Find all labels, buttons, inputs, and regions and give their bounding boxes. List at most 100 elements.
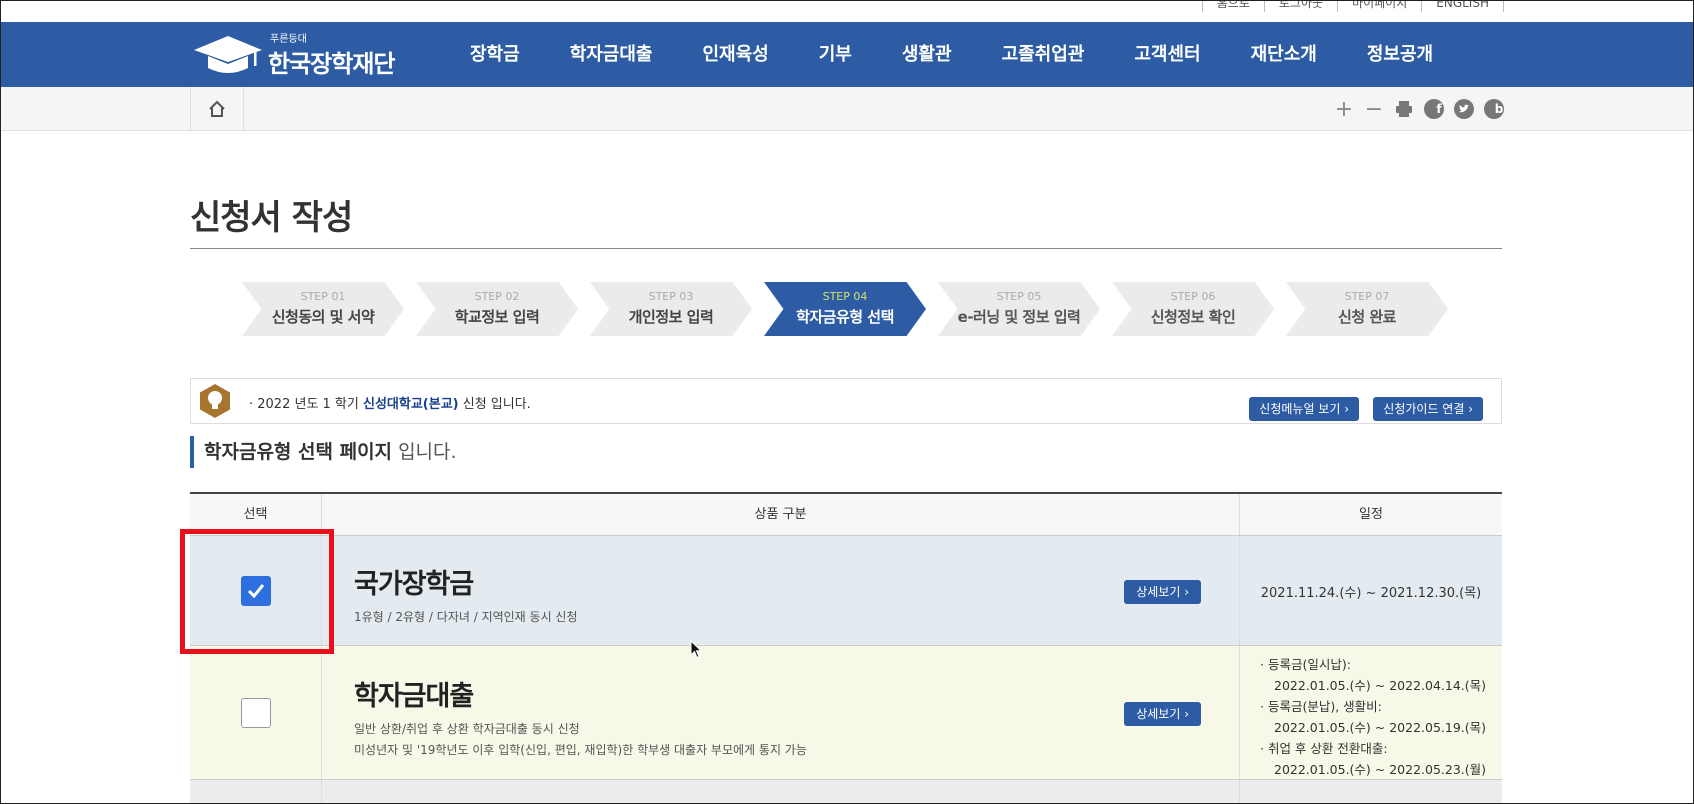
- step-6-number: STEP 06: [1170, 290, 1216, 303]
- title-divider: [190, 248, 1502, 249]
- step-4-number: STEP 04: [822, 290, 868, 303]
- twitter-share-button[interactable]: [1454, 99, 1474, 119]
- table-header: 선택 상품 구분 일정: [190, 494, 1502, 536]
- step-6: STEP 06 신청정보 확인: [1112, 282, 1274, 336]
- menu-customer-center[interactable]: 고객센터: [1134, 22, 1200, 87]
- product-name: 학자금대출: [354, 681, 474, 712]
- notice-prefix: · 2022 년도 1 학기: [249, 397, 363, 412]
- notice-text: · 2022 년도 1 학기 신성대학교(본교) 신청 입니다.: [249, 393, 531, 412]
- logo-name: 한국장학재단: [268, 50, 395, 78]
- util-mypage-link[interactable]: 마이페이지: [1337, 0, 1421, 12]
- schedule-list: · 등록금(일시납): 2022.01.05.(수) ~ 2022.04.14.…: [1260, 654, 1486, 780]
- header-product: 상품 구분: [322, 494, 1240, 535]
- detail-button[interactable]: 상세보기 ›: [1124, 580, 1201, 604]
- blog-share-button[interactable]: b: [1484, 99, 1504, 119]
- home-icon: [209, 100, 225, 117]
- guide-button[interactable]: 신청가이드 연결 ›: [1373, 397, 1483, 421]
- page-title: 신청서 작성: [190, 198, 353, 238]
- schedule-heading: · 등록금(일시납):: [1260, 657, 1351, 672]
- menu-donation[interactable]: 기부: [819, 22, 852, 87]
- step-5-number: STEP 05: [996, 290, 1042, 303]
- header-schedule: 일정: [1359, 507, 1383, 522]
- menu-scholarship[interactable]: 장학금: [470, 22, 520, 87]
- student-loan-checkbox[interactable]: [240, 697, 271, 728]
- step-2: STEP 02 학교정보 입력: [416, 282, 578, 336]
- product-desc: 일반 상환/취업 후 상환 학자금대출 동시 신청: [354, 722, 580, 736]
- facebook-share-button[interactable]: f: [1424, 99, 1444, 119]
- menu-hs-employment[interactable]: 고졸취업관: [1002, 22, 1085, 87]
- util-logout-link[interactable]: 로그아웃: [1263, 0, 1337, 12]
- product-cell: 국가장학금 1유형 / 2유형 / 다자녀 / 지역인재 동시 신청 상세보기 …: [322, 536, 1240, 645]
- schedule-cell: 2021.11.24.(수) ~ 2021.12.30.(목): [1240, 536, 1502, 645]
- step-1-number: STEP 01: [300, 290, 346, 303]
- product-name: 국가장학금: [354, 569, 474, 600]
- main-menu: 장학금 학자금대출 인재육성 기부 생활관 고졸취업관 고객센터 재단소개 정보…: [470, 22, 1433, 87]
- product-table: 선택 상품 구분 일정 국가장학금 1유형 / 2유형 / 다자녀 / 지역인재…: [190, 492, 1502, 804]
- menu-student-loan[interactable]: 학자금대출: [570, 22, 653, 87]
- lightbulb-icon: [200, 384, 230, 418]
- product-cell: 학자금대출 일반 상환/취업 후 상환 학자금대출 동시 신청 미성년자 및 '…: [322, 646, 1240, 779]
- util-home-link[interactable]: 홈으로: [1201, 0, 1264, 12]
- subtitle-rest: 입니다.: [392, 441, 457, 463]
- zoom-in-button[interactable]: +: [1334, 97, 1354, 122]
- step-1-label: 신청동의 및 서약: [271, 308, 375, 326]
- detail-button[interactable]: 상세보기 ›: [1124, 702, 1201, 726]
- product-desc: 1유형 / 2유형 / 다자녀 / 지역인재 동시 신청: [354, 610, 578, 624]
- notice-suffix: 신청 입니다.: [458, 397, 531, 412]
- mouse-cursor-icon: [690, 640, 703, 659]
- subtitle-bold: 학자금유형 선택 페이지: [204, 441, 393, 463]
- notice-school: 신성대학교(본교): [363, 397, 459, 412]
- step-2-number: STEP 02: [474, 290, 520, 303]
- schedule-text: 2021.11.24.(수) ~ 2021.12.30.(목): [1260, 586, 1482, 601]
- schedule-cell: [1240, 780, 1502, 804]
- schedule-date: 2022.01.05.(수) ~ 2022.05.19.(목): [1274, 720, 1487, 735]
- util-english-link[interactable]: ENGLISH: [1421, 0, 1504, 12]
- step-4: STEP 04 학자금유형 선택: [764, 282, 926, 336]
- step-7-number: STEP 07: [1344, 290, 1390, 303]
- product-desc-2: 미성년자 및 '19학년도 이후 입학(신입, 편입, 재입학)한 학부생 대출…: [354, 743, 807, 757]
- schedule-cell: · 등록금(일시납): 2022.01.05.(수) ~ 2022.04.14.…: [1240, 646, 1502, 779]
- logo-subtitle: 푸른등대: [270, 34, 307, 45]
- step-5: STEP 05 e-러닝 및 정보 입력: [938, 282, 1100, 336]
- select-cell: [190, 780, 322, 804]
- blog-icon: b: [1494, 102, 1504, 116]
- location-bar: + − f b: [0, 87, 1694, 131]
- graduation-cap-icon: [194, 35, 262, 73]
- facebook-icon: f: [1436, 102, 1442, 116]
- product-cell: [322, 780, 1240, 804]
- schedule-heading: · 등록금(분납), 생활비:: [1260, 699, 1382, 714]
- table-row: 국가장학금 1유형 / 2유형 / 다자녀 / 지역인재 동시 신청 상세보기 …: [190, 536, 1502, 646]
- select-cell: [190, 646, 322, 779]
- utility-bar: 홈으로 로그아웃 마이페이지 ENGLISH: [0, 0, 1694, 22]
- step-2-label: 학교정보 입력: [454, 308, 540, 326]
- twitter-icon: [1459, 104, 1469, 113]
- table-row: 학자금대출 일반 상환/취업 후 상환 학자금대출 동시 신청 미성년자 및 '…: [190, 646, 1502, 780]
- highlight-box: [180, 529, 334, 654]
- notice-bar: · 2022 년도 1 학기 신성대학교(본교) 신청 입니다. 신청메뉴얼 보…: [190, 378, 1502, 424]
- menu-public-info[interactable]: 정보공개: [1367, 22, 1433, 87]
- schedule-date: 2022.01.05.(수) ~ 2022.05.23.(월): [1274, 762, 1487, 777]
- zoom-out-button[interactable]: −: [1364, 97, 1384, 122]
- menu-talent[interactable]: 인재육성: [703, 22, 769, 87]
- site-logo[interactable]: 푸른등대 한국장학재단: [190, 30, 395, 79]
- step-3: STEP 03 개인정보 입력: [590, 282, 752, 336]
- print-icon: [1396, 101, 1412, 117]
- step-3-number: STEP 03: [648, 290, 694, 303]
- step-5-label: e-러닝 및 정보 입력: [957, 308, 1081, 326]
- home-button[interactable]: [190, 87, 244, 131]
- page-tools: + − f b: [1324, 87, 1504, 131]
- step-1: STEP 01 신청동의 및 서약: [242, 282, 404, 336]
- step-6-label: 신청정보 확인: [1150, 308, 1236, 326]
- global-nav: 푸른등대 한국장학재단 장학금 학자금대출 인재육성 기부 생활관 고졸취업관 …: [0, 22, 1694, 87]
- schedule-heading: · 취업 후 상환 전환대출:: [1260, 741, 1388, 756]
- menu-about[interactable]: 재단소개: [1251, 22, 1317, 87]
- print-button[interactable]: [1394, 99, 1414, 119]
- section-subtitle: 학자금유형 선택 페이지 입니다.: [190, 436, 457, 468]
- table-row: [190, 780, 1502, 804]
- step-7-label: 신청 완료: [1338, 308, 1396, 326]
- step-4-label: 학자금유형 선택: [796, 308, 894, 326]
- menu-dormitory[interactable]: 생활관: [902, 22, 952, 87]
- manual-button[interactable]: 신청메뉴얼 보기 ›: [1249, 397, 1359, 421]
- schedule-date: 2022.01.05.(수) ~ 2022.04.14.(목): [1274, 678, 1487, 693]
- step-7: STEP 07 신청 완료: [1286, 282, 1448, 336]
